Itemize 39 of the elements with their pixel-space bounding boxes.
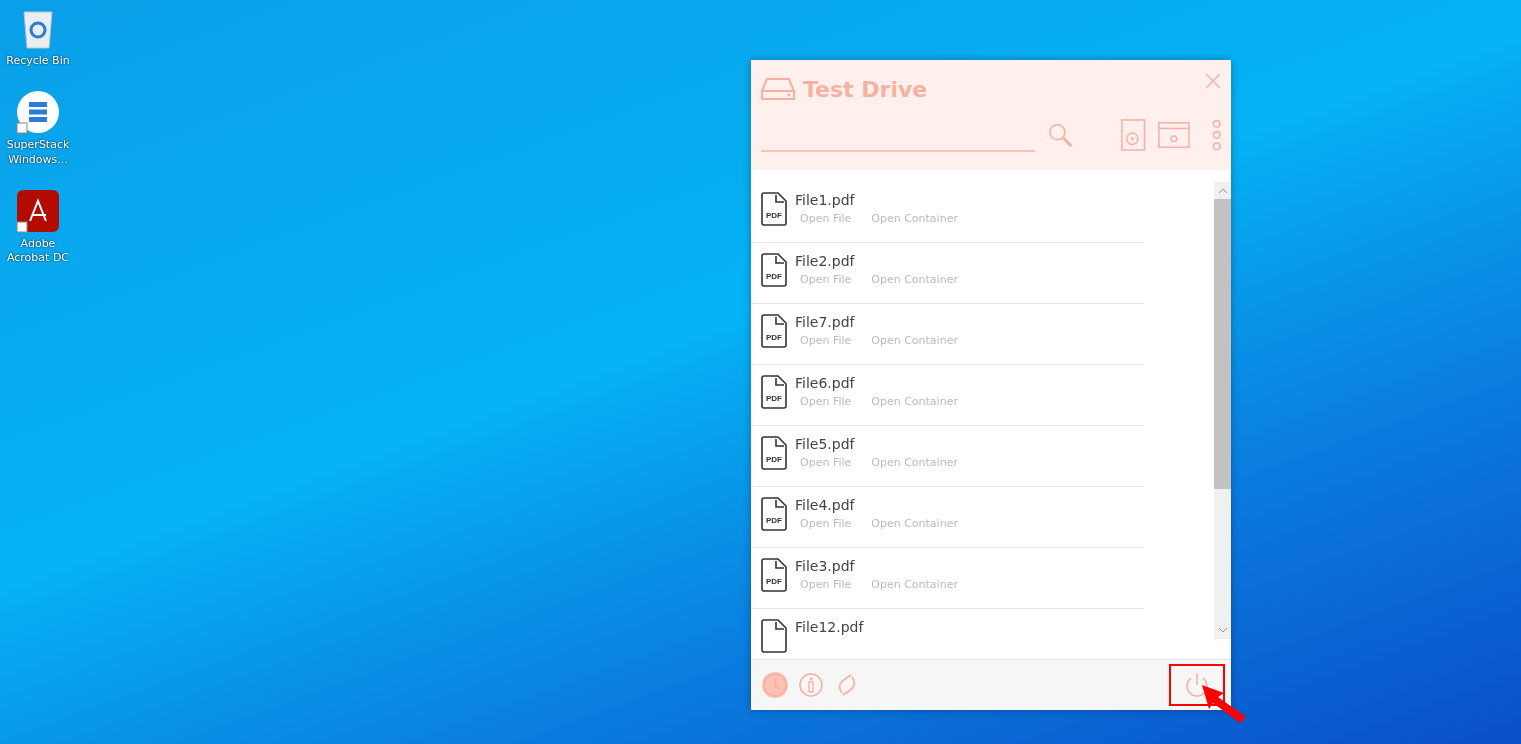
file-action-link[interactable]: Open File [800, 456, 852, 469]
file-name: File3.pdf [795, 558, 856, 574]
file-name: File4.pdf [795, 497, 856, 513]
drive-icon [761, 76, 795, 102]
file-action-link[interactable]: Open Container [871, 273, 958, 286]
scrollbar[interactable] [1214, 182, 1231, 639]
desktop-icon-label[interactable]: Recycle Bin [2, 54, 74, 69]
scrollbar-thumb[interactable] [1214, 199, 1231, 489]
app-shortcut-icon[interactable] [16, 90, 60, 135]
pdf-file-icon [761, 619, 787, 653]
desktop-icon-label[interactable]: SuperStack Windows... [2, 138, 74, 167]
search-icon[interactable] [1046, 121, 1074, 149]
close-icon[interactable] [1205, 73, 1221, 89]
power-icon[interactable] [1183, 671, 1211, 699]
file-action-link[interactable]: Open File [800, 517, 852, 530]
file-action-link[interactable]: Open Container [871, 334, 958, 347]
file-name: File12.pdf [795, 619, 864, 635]
file-action-link[interactable]: Open File [800, 273, 852, 286]
file-name: File2.pdf [795, 253, 856, 269]
file-action-link[interactable]: Open File [800, 395, 852, 408]
file-name: File1.pdf [795, 192, 856, 208]
info-icon[interactable] [797, 671, 825, 699]
file-action-link[interactable]: Open Container [871, 456, 958, 469]
clock-icon[interactable] [761, 671, 789, 699]
file-name: File6.pdf [795, 375, 856, 391]
window-title: Test Drive [803, 76, 929, 102]
file-action-link[interactable]: Open File [800, 578, 852, 591]
file-action-link[interactable]: Open Container [871, 212, 958, 225]
pdf-app-icon[interactable] [16, 188, 60, 233]
file-action-link[interactable]: Open File [800, 212, 852, 225]
file-action-link[interactable]: Open File [800, 334, 852, 347]
file-action-link[interactable]: Open Container [871, 395, 958, 408]
file-name: File5.pdf [795, 436, 856, 452]
file-name: File7.pdf [795, 314, 856, 330]
file-action-link[interactable]: Open Container [871, 578, 958, 591]
file-action-link[interactable]: Open Container [871, 517, 958, 530]
window-settings-icon[interactable] [1157, 121, 1190, 149]
desktop-icon-label[interactable]: Adobe Acrobat DC [2, 236, 74, 266]
more-icon[interactable] [1211, 118, 1221, 152]
